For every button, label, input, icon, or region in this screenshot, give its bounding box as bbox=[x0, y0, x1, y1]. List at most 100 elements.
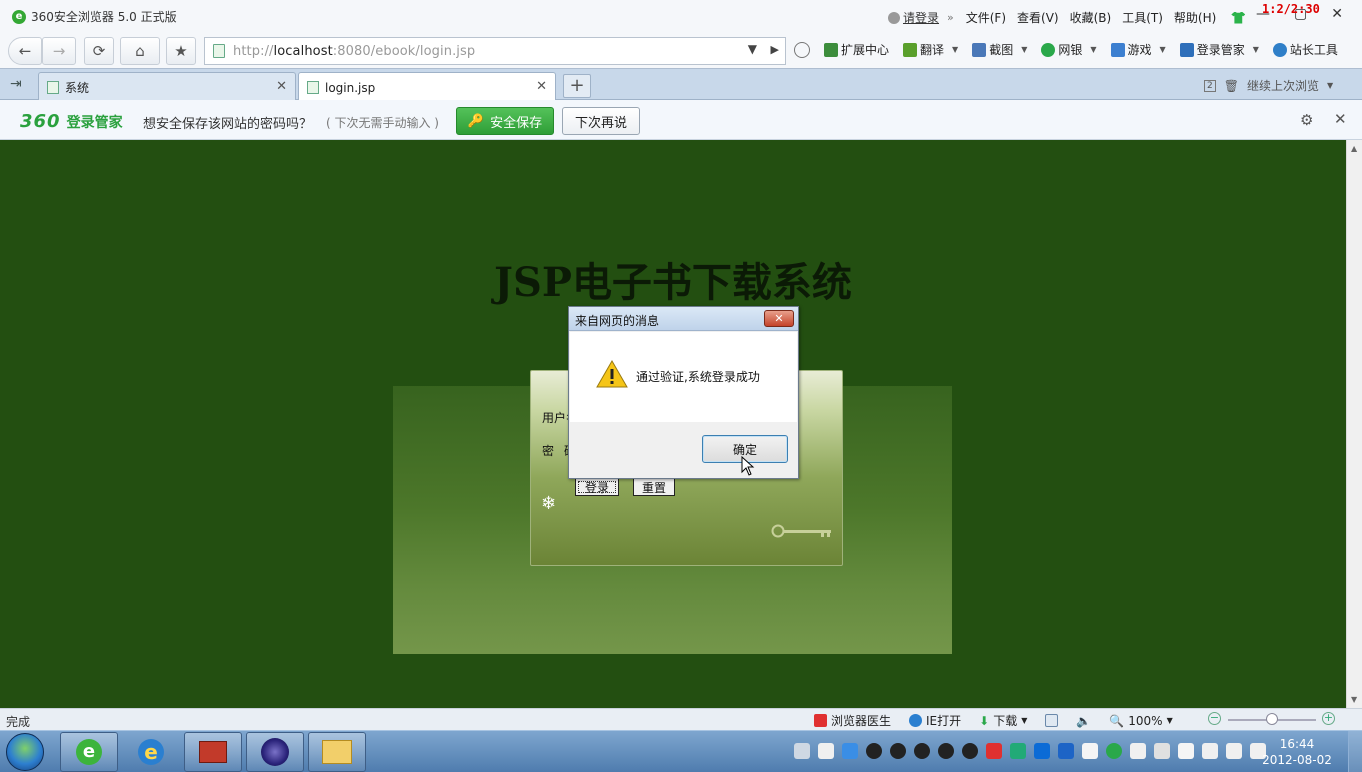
chevron-down-icon: ▼ bbox=[1021, 45, 1028, 54]
menu-help[interactable]: 帮助(H) bbox=[1174, 9, 1216, 26]
tool-ebank[interactable]: 网银 ▼ bbox=[1041, 41, 1097, 58]
tray-app-icon[interactable] bbox=[818, 743, 834, 759]
refresh-button[interactable]: ⟳ bbox=[84, 37, 114, 65]
notepad-icon[interactable] bbox=[1082, 743, 1098, 759]
safe-save-label: 安全保存 bbox=[490, 115, 543, 131]
taskbar-ie[interactable]: e bbox=[122, 732, 180, 772]
time-overlay: 1:2/2:30 bbox=[1262, 2, 1320, 16]
login-link[interactable]: 请登录 bbox=[888, 9, 939, 26]
tray-app-icon[interactable] bbox=[1010, 743, 1026, 759]
ie-open-button[interactable]: IE打开 bbox=[909, 712, 961, 729]
speaker-icon: 🔈 bbox=[1076, 713, 1092, 728]
webmaster-icon bbox=[1272, 42, 1287, 57]
shield-tool[interactable] bbox=[794, 41, 810, 58]
address-bar[interactable]: http://localhost:8080/ebook/login.jsp ▼ … bbox=[204, 37, 786, 65]
gear-icon[interactable]: ⚙ bbox=[1300, 111, 1313, 129]
security-shield-icon[interactable] bbox=[1058, 743, 1074, 759]
new-tab-button[interactable]: + bbox=[563, 74, 591, 98]
restore-session[interactable]: 2 🗑 继续上次浏览 ▼ bbox=[1204, 77, 1333, 94]
safe-save-button[interactable]: 🔑 安全保存 bbox=[456, 107, 554, 135]
extension-toolbar: 扩展中心 翻译 ▼ 截图 ▼ 网银 ▼ 游戏 ▼ 登录管家 ▼ 站长工具 bbox=[794, 41, 1352, 58]
sync-icon[interactable] bbox=[1106, 743, 1122, 759]
menu-favorites[interactable]: 收藏(B) bbox=[1070, 9, 1112, 26]
zoom-slider-handle[interactable] bbox=[1266, 713, 1278, 725]
usb-icon[interactable] bbox=[1202, 743, 1218, 759]
tab-system[interactable]: 系统 ✕ bbox=[38, 72, 296, 101]
tool-label: 翻译 bbox=[920, 43, 945, 57]
download-button[interactable]: ⬇ 下载 ▼ bbox=[979, 712, 1027, 729]
address-dropdown-icon[interactable]: ▼ bbox=[748, 42, 757, 56]
qq-icon[interactable] bbox=[938, 743, 954, 759]
taskbar-eclipse[interactable] bbox=[246, 732, 304, 772]
close-icon[interactable]: ✕ bbox=[1334, 110, 1347, 128]
favorite-star-button[interactable]: ★ bbox=[166, 37, 196, 65]
back-button[interactable]: ← bbox=[8, 37, 42, 65]
menu-tools[interactable]: 工具(T) bbox=[1122, 9, 1163, 26]
reset-button[interactable]: 重置 bbox=[633, 478, 675, 496]
show-desktop-button[interactable] bbox=[1348, 731, 1362, 772]
zoom-in-icon[interactable]: + bbox=[1322, 712, 1335, 725]
tool-label: 扩展中心 bbox=[841, 43, 890, 57]
key-icon bbox=[1179, 42, 1194, 57]
shield-icon bbox=[794, 41, 810, 58]
go-arrow-icon[interactable]: ▶ bbox=[771, 43, 779, 56]
not-now-button[interactable]: 下次再说 bbox=[562, 107, 640, 135]
network-icon[interactable] bbox=[1226, 743, 1242, 759]
key-decoration-icon bbox=[771, 524, 831, 538]
warning-icon bbox=[596, 360, 628, 388]
taskbar-explorer[interactable] bbox=[308, 732, 366, 772]
tool-games[interactable]: 游戏 ▼ bbox=[1110, 41, 1166, 58]
taskbar-clock[interactable]: 16:44 2012-08-02 bbox=[1262, 736, 1332, 768]
sidebar-toggle-icon[interactable]: ⇥ bbox=[10, 76, 22, 92]
volume-button[interactable]: 🔈 bbox=[1076, 714, 1091, 728]
browser-360-icon: e bbox=[76, 739, 102, 765]
qq-icon[interactable] bbox=[914, 743, 930, 759]
url-text[interactable]: http://localhost:8080/ebook/login.jsp bbox=[233, 44, 475, 59]
taskbar-360-browser[interactable]: e bbox=[60, 732, 118, 772]
zoom-out-icon[interactable]: − bbox=[1208, 712, 1221, 725]
qq-icon[interactable] bbox=[890, 743, 906, 759]
tool-screenshot[interactable]: 截图 ▼ bbox=[972, 41, 1027, 58]
tool-extension-center[interactable]: 扩展中心 bbox=[824, 41, 889, 58]
alert-dialog: 来自网页的消息 ✕ 通过验证,系统登录成功 确定 bbox=[568, 306, 799, 479]
home-button[interactable]: ⌂ bbox=[120, 37, 160, 65]
browser-doctor-button[interactable]: 浏览器医生 bbox=[814, 712, 891, 729]
window-mode-button[interactable] bbox=[1045, 714, 1059, 727]
flag-icon[interactable] bbox=[1178, 743, 1194, 759]
status-tools: 浏览器医生 IE打开 ⬇ 下载 ▼ 🔈 🔍 100% ▼ bbox=[814, 712, 1191, 729]
tool-login-manager[interactable]: 登录管家 ▼ bbox=[1179, 41, 1259, 58]
zoom-button[interactable]: 🔍 100% ▼ bbox=[1109, 714, 1172, 728]
forward-button[interactable]: → bbox=[42, 37, 76, 65]
vertical-scrollbar[interactable]: ▲ ▼ bbox=[1346, 140, 1362, 708]
tray-app-icon[interactable] bbox=[842, 743, 858, 759]
close-icon[interactable]: ✕ bbox=[536, 79, 547, 94]
login-button[interactable]: 登录 bbox=[575, 478, 619, 496]
doctor-label: 浏览器医生 bbox=[831, 714, 892, 728]
tray-app-icon[interactable] bbox=[1154, 743, 1170, 759]
close-icon[interactable]: ✕ bbox=[276, 79, 287, 94]
tray-app-icon[interactable] bbox=[1130, 743, 1146, 759]
dialog-close-button[interactable]: ✕ bbox=[764, 310, 794, 327]
menu-view[interactable]: 查看(V) bbox=[1017, 9, 1059, 26]
tray-app-icon[interactable] bbox=[986, 743, 1002, 759]
tray-app-icon[interactable] bbox=[1034, 743, 1050, 759]
tab-login-jsp[interactable]: login.jsp ✕ bbox=[298, 72, 556, 102]
tool-webmaster[interactable]: 站长工具 bbox=[1272, 41, 1338, 58]
menu-file[interactable]: 文件(F) bbox=[966, 9, 1006, 26]
status-bar: 完成 浏览器医生 IE打开 ⬇ 下载 ▼ 🔈 🔍 100% ▼ − + bbox=[0, 708, 1362, 730]
qq-icon[interactable] bbox=[962, 743, 978, 759]
scroll-up-icon[interactable]: ▲ bbox=[1351, 144, 1357, 153]
navigation-bar: ← → ⟳ ⌂ ★ http://localhost:8080/ebook/lo… bbox=[0, 34, 1362, 68]
keyboard-icon[interactable] bbox=[794, 743, 810, 759]
clock-date: 2012-08-02 bbox=[1262, 753, 1332, 767]
taskbar-toolbox[interactable] bbox=[184, 732, 242, 772]
ie-open-label: IE打开 bbox=[926, 714, 962, 728]
qq-icon[interactable] bbox=[866, 743, 882, 759]
skin-shirt-icon[interactable] bbox=[1231, 11, 1246, 24]
app-title-text: 360安全浏览器 5.0 正式版 bbox=[31, 10, 177, 24]
tool-translate[interactable]: 翻译 ▼ bbox=[903, 41, 958, 58]
closed-tabs-count[interactable]: 2 bbox=[1204, 79, 1216, 92]
start-button[interactable] bbox=[6, 733, 44, 771]
scroll-down-icon[interactable]: ▼ bbox=[1351, 695, 1357, 704]
close-window-button[interactable]: ✕ bbox=[1331, 6, 1343, 22]
